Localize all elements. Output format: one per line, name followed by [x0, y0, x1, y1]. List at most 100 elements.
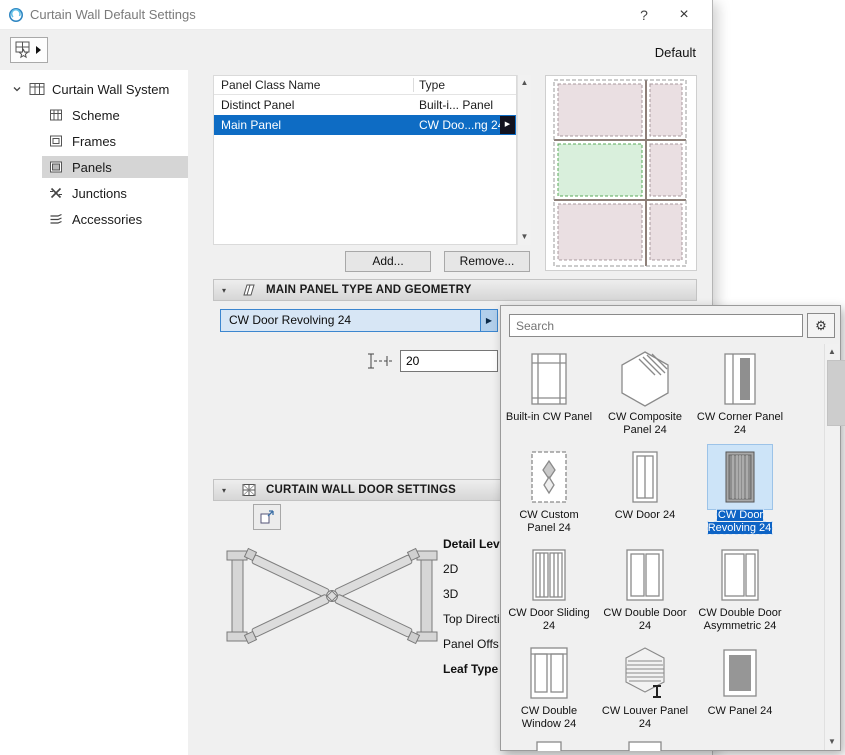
curtain-wall-system-icon — [29, 82, 45, 96]
panel-type-item-cw-double-door-asymmetric-24[interactable]: CW Double Door Asymmetric 24 — [696, 546, 784, 633]
panel-type-item-partial[interactable] — [505, 738, 593, 751]
table-scrollbar[interactable]: ▲ ▼ — [517, 75, 531, 245]
panels-icon — [48, 160, 64, 174]
section-title: MAIN PANEL TYPE AND GEOMETRY — [266, 284, 472, 296]
panel-type-item-cw-custom-panel-24[interactable]: CW Custom Panel 24 — [505, 448, 593, 535]
panel-thickness-input[interactable] — [400, 350, 498, 372]
table-header: Panel Class Name Type — [214, 76, 516, 95]
panel-type-item-cw-louver-panel-24[interactable]: CW Louver Panel 24 — [601, 644, 689, 731]
panel-type-item-cw-door-24[interactable]: CW Door 24 — [601, 448, 689, 522]
panel-thumbnail — [520, 644, 578, 702]
help-button[interactable]: ? — [626, 0, 662, 30]
panel-type-label: CW Door 24 — [614, 509, 676, 521]
panel-link-icon — [260, 510, 274, 524]
sidebar-item-scheme[interactable]: Scheme — [0, 104, 188, 126]
panel-type-item-cw-door-sliding-24[interactable]: CW Door Sliding 24 — [505, 546, 593, 633]
panel-type-item-built-in-cw-panel[interactable]: Built-in CW Panel — [505, 350, 593, 424]
favorites-icon — [15, 41, 41, 59]
table-row[interactable]: Distinct Panel Built-i... Panel — [214, 95, 516, 115]
panel-type-label: CW Door Revolving 24 — [706, 508, 774, 535]
collapse-triangle-icon[interactable]: ▾ — [222, 486, 232, 495]
main-panel-icon — [240, 282, 258, 298]
tree-item-label: Panels — [72, 159, 112, 175]
scrollbar-thumb[interactable] — [827, 360, 845, 426]
gear-icon: ⚙ — [815, 318, 827, 333]
table-row-selected[interactable]: Main Panel CW Doo...ng 24 ▶ — [214, 115, 516, 135]
add-button[interactable]: Add... — [345, 251, 431, 272]
tree-root-label: Curtain Wall System — [52, 81, 170, 97]
panel-type-item-cw-door-revolving-24[interactable]: CW Door Revolving 24 — [696, 444, 784, 535]
favorites-button[interactable] — [10, 37, 48, 63]
sidebar-item-curtain-wall-system[interactable]: Curtain Wall System — [0, 78, 188, 100]
panel-thumbnail — [520, 448, 578, 506]
door-setting-label: Leaf Type — [443, 662, 499, 676]
panel-thumbnail — [520, 738, 578, 751]
scroll-down-icon[interactable]: ▼ — [518, 230, 531, 244]
tree-item-label: Frames — [72, 133, 117, 149]
panel-thumbnail — [616, 350, 674, 408]
cell-panel-class-name: Main Panel — [221, 118, 282, 132]
selector-arrow-icon[interactable]: ▶ — [480, 310, 497, 331]
panel-thumbnail — [711, 546, 769, 604]
column-divider — [413, 78, 414, 92]
section-main-panel-type[interactable]: ▾ MAIN PANEL TYPE AND GEOMETRY — [213, 279, 697, 301]
cell-panel-class-name: Distinct Panel — [221, 98, 295, 112]
cell-type: Built-i... Panel — [419, 98, 494, 112]
tree-item-label: Junctions — [72, 185, 127, 201]
scroll-up-icon[interactable]: ▲ — [518, 76, 531, 90]
panel-type-label: CW Louver Panel 24 — [601, 705, 689, 730]
panel-type-label: Built-in CW Panel — [505, 411, 593, 423]
revolving-door-drawing — [222, 532, 442, 664]
panel-type-item-partial[interactable] — [601, 738, 689, 751]
popup-scrollbar[interactable]: ▲ ▼ — [824, 344, 845, 750]
scroll-down-icon[interactable]: ▼ — [825, 735, 839, 749]
close-button[interactable]: × — [666, 0, 702, 30]
panel-thumbnail — [711, 644, 769, 702]
panel-thumbnail — [616, 644, 674, 702]
panel-type-label: CW Double Window 24 — [520, 705, 578, 730]
panel-type-picker-popup: ⚙ Built-in CW Panel CW Composite Panel 2… — [500, 305, 845, 751]
panel-type-item-cw-composite-panel-24[interactable]: CW Composite Panel 24 — [601, 350, 689, 437]
door-setting-label: 3D — [443, 587, 459, 601]
app-icon — [8, 7, 24, 23]
cell-type: CW Doo...ng 24 — [419, 118, 505, 132]
column-header-panel-class-name: Panel Class Name — [221, 78, 321, 92]
type-flyout-button[interactable]: ▶ — [500, 116, 515, 134]
panel-thumbnail — [520, 350, 578, 408]
panel-type-item-cw-panel-24[interactable]: CW Panel 24 — [696, 644, 784, 718]
door-options-button[interactable] — [253, 504, 281, 530]
door-setting-label: 2D — [443, 562, 459, 576]
panel-thumbnail — [520, 546, 578, 604]
tree-item-label: Accessories — [72, 211, 143, 227]
panel-thumbnail — [711, 350, 769, 408]
door-setting-label: Panel Offs — [443, 637, 499, 651]
door-setting-label: Detail Leve — [443, 537, 507, 551]
panel-class-table: Panel Class Name Type Distinct Panel Bui… — [213, 75, 517, 245]
search-input[interactable] — [509, 314, 803, 337]
remove-button[interactable]: Remove... — [444, 251, 530, 272]
scroll-up-icon[interactable]: ▲ — [825, 345, 839, 359]
frames-icon — [48, 134, 64, 148]
settings-gear-button[interactable]: ⚙ — [807, 313, 835, 338]
column-header-type: Type — [419, 78, 446, 92]
panel-type-item-cw-double-window-24[interactable]: CW Double Window 24 — [505, 644, 593, 731]
sidebar-item-panels[interactable]: Panels — [0, 156, 188, 178]
dialog-title: Curtain Wall Default Settings — [30, 7, 196, 22]
title-bar[interactable]: Curtain Wall Default Settings ? × — [0, 0, 712, 30]
panel-type-label: CW Panel 24 — [707, 705, 773, 717]
panel-type-item-cw-double-door-24[interactable]: CW Double Door 24 — [601, 546, 689, 633]
panel-type-grid: Built-in CW Panel CW Composite Panel 24 … — [501, 344, 825, 751]
sidebar-item-frames[interactable]: Frames — [0, 130, 188, 152]
panel-thumbnail — [616, 546, 674, 604]
sidebar-item-junctions[interactable]: Junctions — [0, 182, 188, 204]
accessories-icon — [48, 212, 64, 226]
sidebar-item-accessories[interactable]: Accessories — [0, 208, 188, 230]
panel-type-label: CW Double Door 24 — [603, 607, 687, 632]
panel-type-item-cw-corner-panel-24[interactable]: CW Corner Panel 24 — [696, 350, 784, 437]
panel-type-label: CW Door Sliding 24 — [508, 607, 590, 632]
collapse-triangle-icon[interactable]: ▾ — [222, 286, 232, 295]
panel-type-selector[interactable]: CW Door Revolving 24 ▶ — [220, 309, 498, 332]
chevron-down-icon — [12, 82, 22, 97]
section-title: CURTAIN WALL DOOR SETTINGS — [266, 484, 457, 496]
panel-type-label: CW Double Door Asymmetric 24 — [698, 607, 782, 632]
